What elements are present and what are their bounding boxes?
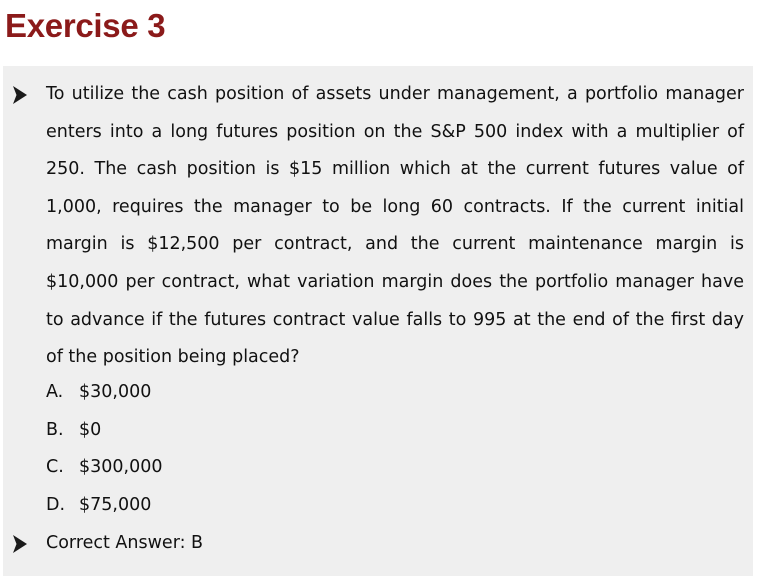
- arrow-bullet-icon: [13, 535, 27, 553]
- option-letter: A.: [46, 382, 64, 402]
- option-letter: C.: [46, 457, 64, 478]
- option-letter: B.: [46, 419, 64, 440]
- question-text: To utilize the cash position of assets u…: [46, 84, 744, 368]
- option-a: A. $30,000: [46, 374, 163, 412]
- option-b: B. $0: [46, 412, 163, 450]
- option-value: $30,000: [79, 382, 152, 402]
- option-d: D. $75,000: [46, 487, 163, 525]
- option-value: $0: [79, 419, 102, 440]
- arrow-bullet-icon: [13, 86, 27, 104]
- option-value: $300,000: [79, 457, 163, 478]
- option-value: $75,000: [79, 494, 152, 515]
- correct-answer: Correct Answer: B: [46, 533, 204, 553]
- option-letter: D.: [46, 494, 66, 515]
- answer-options: A. $30,000 B. $0 C. $300,000 D. $75,000: [46, 374, 163, 524]
- page-title: Exercise 3: [5, 7, 166, 44]
- option-c: C. $300,000: [46, 449, 163, 487]
- exercise-panel: To utilize the cash position of assets u…: [3, 66, 753, 576]
